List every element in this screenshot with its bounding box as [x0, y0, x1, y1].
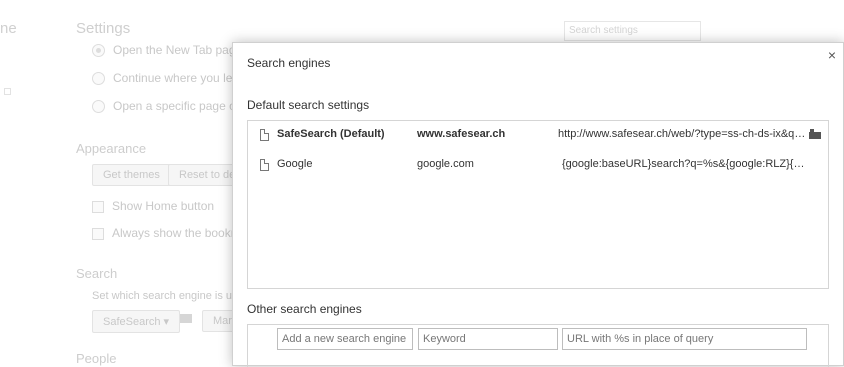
new-engine-name-input[interactable]	[277, 328, 413, 350]
new-engine-url-input[interactable]	[562, 328, 807, 350]
sidebar-marker	[4, 88, 11, 95]
search-engine-select[interactable]: SafeSearch ▾	[92, 310, 181, 333]
get-themes-button[interactable]: Get themes	[92, 164, 171, 186]
people-heading: People	[76, 351, 117, 366]
default-search-heading: Default search settings	[247, 98, 370, 112]
search-heading: Search	[76, 266, 118, 281]
checkbox-icon	[92, 200, 104, 213]
engine-name: Google	[277, 158, 313, 170]
sidebar-partial-text: ne	[0, 20, 17, 37]
page-icon	[260, 159, 269, 171]
radio-icon	[92, 72, 105, 86]
startup-option-continue[interactable]: Continue where you left o	[92, 71, 249, 86]
appearance-heading: Appearance	[76, 141, 147, 156]
extension-icon[interactable]	[809, 129, 821, 139]
bookmarks-bar-checkbox[interactable]: Always show the bookmar	[92, 226, 251, 240]
other-engines-list	[247, 324, 829, 367]
default-engines-list: SafeSearch (Default) www.safesear.ch htt…	[247, 120, 829, 289]
engine-url: http://www.safesear.ch/web/?type=ss-ch-d…	[558, 128, 806, 140]
engine-keyword: www.safesear.ch	[417, 128, 506, 140]
engine-name: SafeSearch (Default)	[277, 128, 385, 140]
engine-url: {google:baseURL}search?q=%s&{google:RLZ}…	[562, 158, 806, 170]
radio-icon	[92, 44, 105, 58]
other-search-heading: Other search engines	[247, 302, 362, 316]
startup-option-newtab[interactable]: Open the New Tab page	[92, 43, 242, 58]
search-description: Set which search engine is use	[92, 290, 244, 302]
list-item[interactable]: SafeSearch (Default) www.safesear.ch htt…	[248, 126, 828, 148]
extension-icon	[180, 314, 192, 323]
radio-icon	[92, 100, 105, 114]
settings-heading: Settings	[76, 20, 131, 37]
list-item[interactable]: Google google.com {google:baseURL}search…	[248, 156, 828, 178]
close-icon[interactable]: ×	[828, 47, 836, 63]
search-settings-input[interactable]: Search settings	[564, 21, 701, 41]
engine-keyword: google.com	[417, 158, 474, 170]
new-engine-keyword-input[interactable]	[418, 328, 558, 350]
search-engines-dialog: × Search engines Default search settings…	[232, 42, 844, 367]
page-icon	[260, 129, 269, 141]
checkbox-icon	[92, 227, 104, 240]
dialog-title: Search engines	[247, 56, 331, 70]
show-home-checkbox[interactable]: Show Home button	[92, 199, 214, 213]
